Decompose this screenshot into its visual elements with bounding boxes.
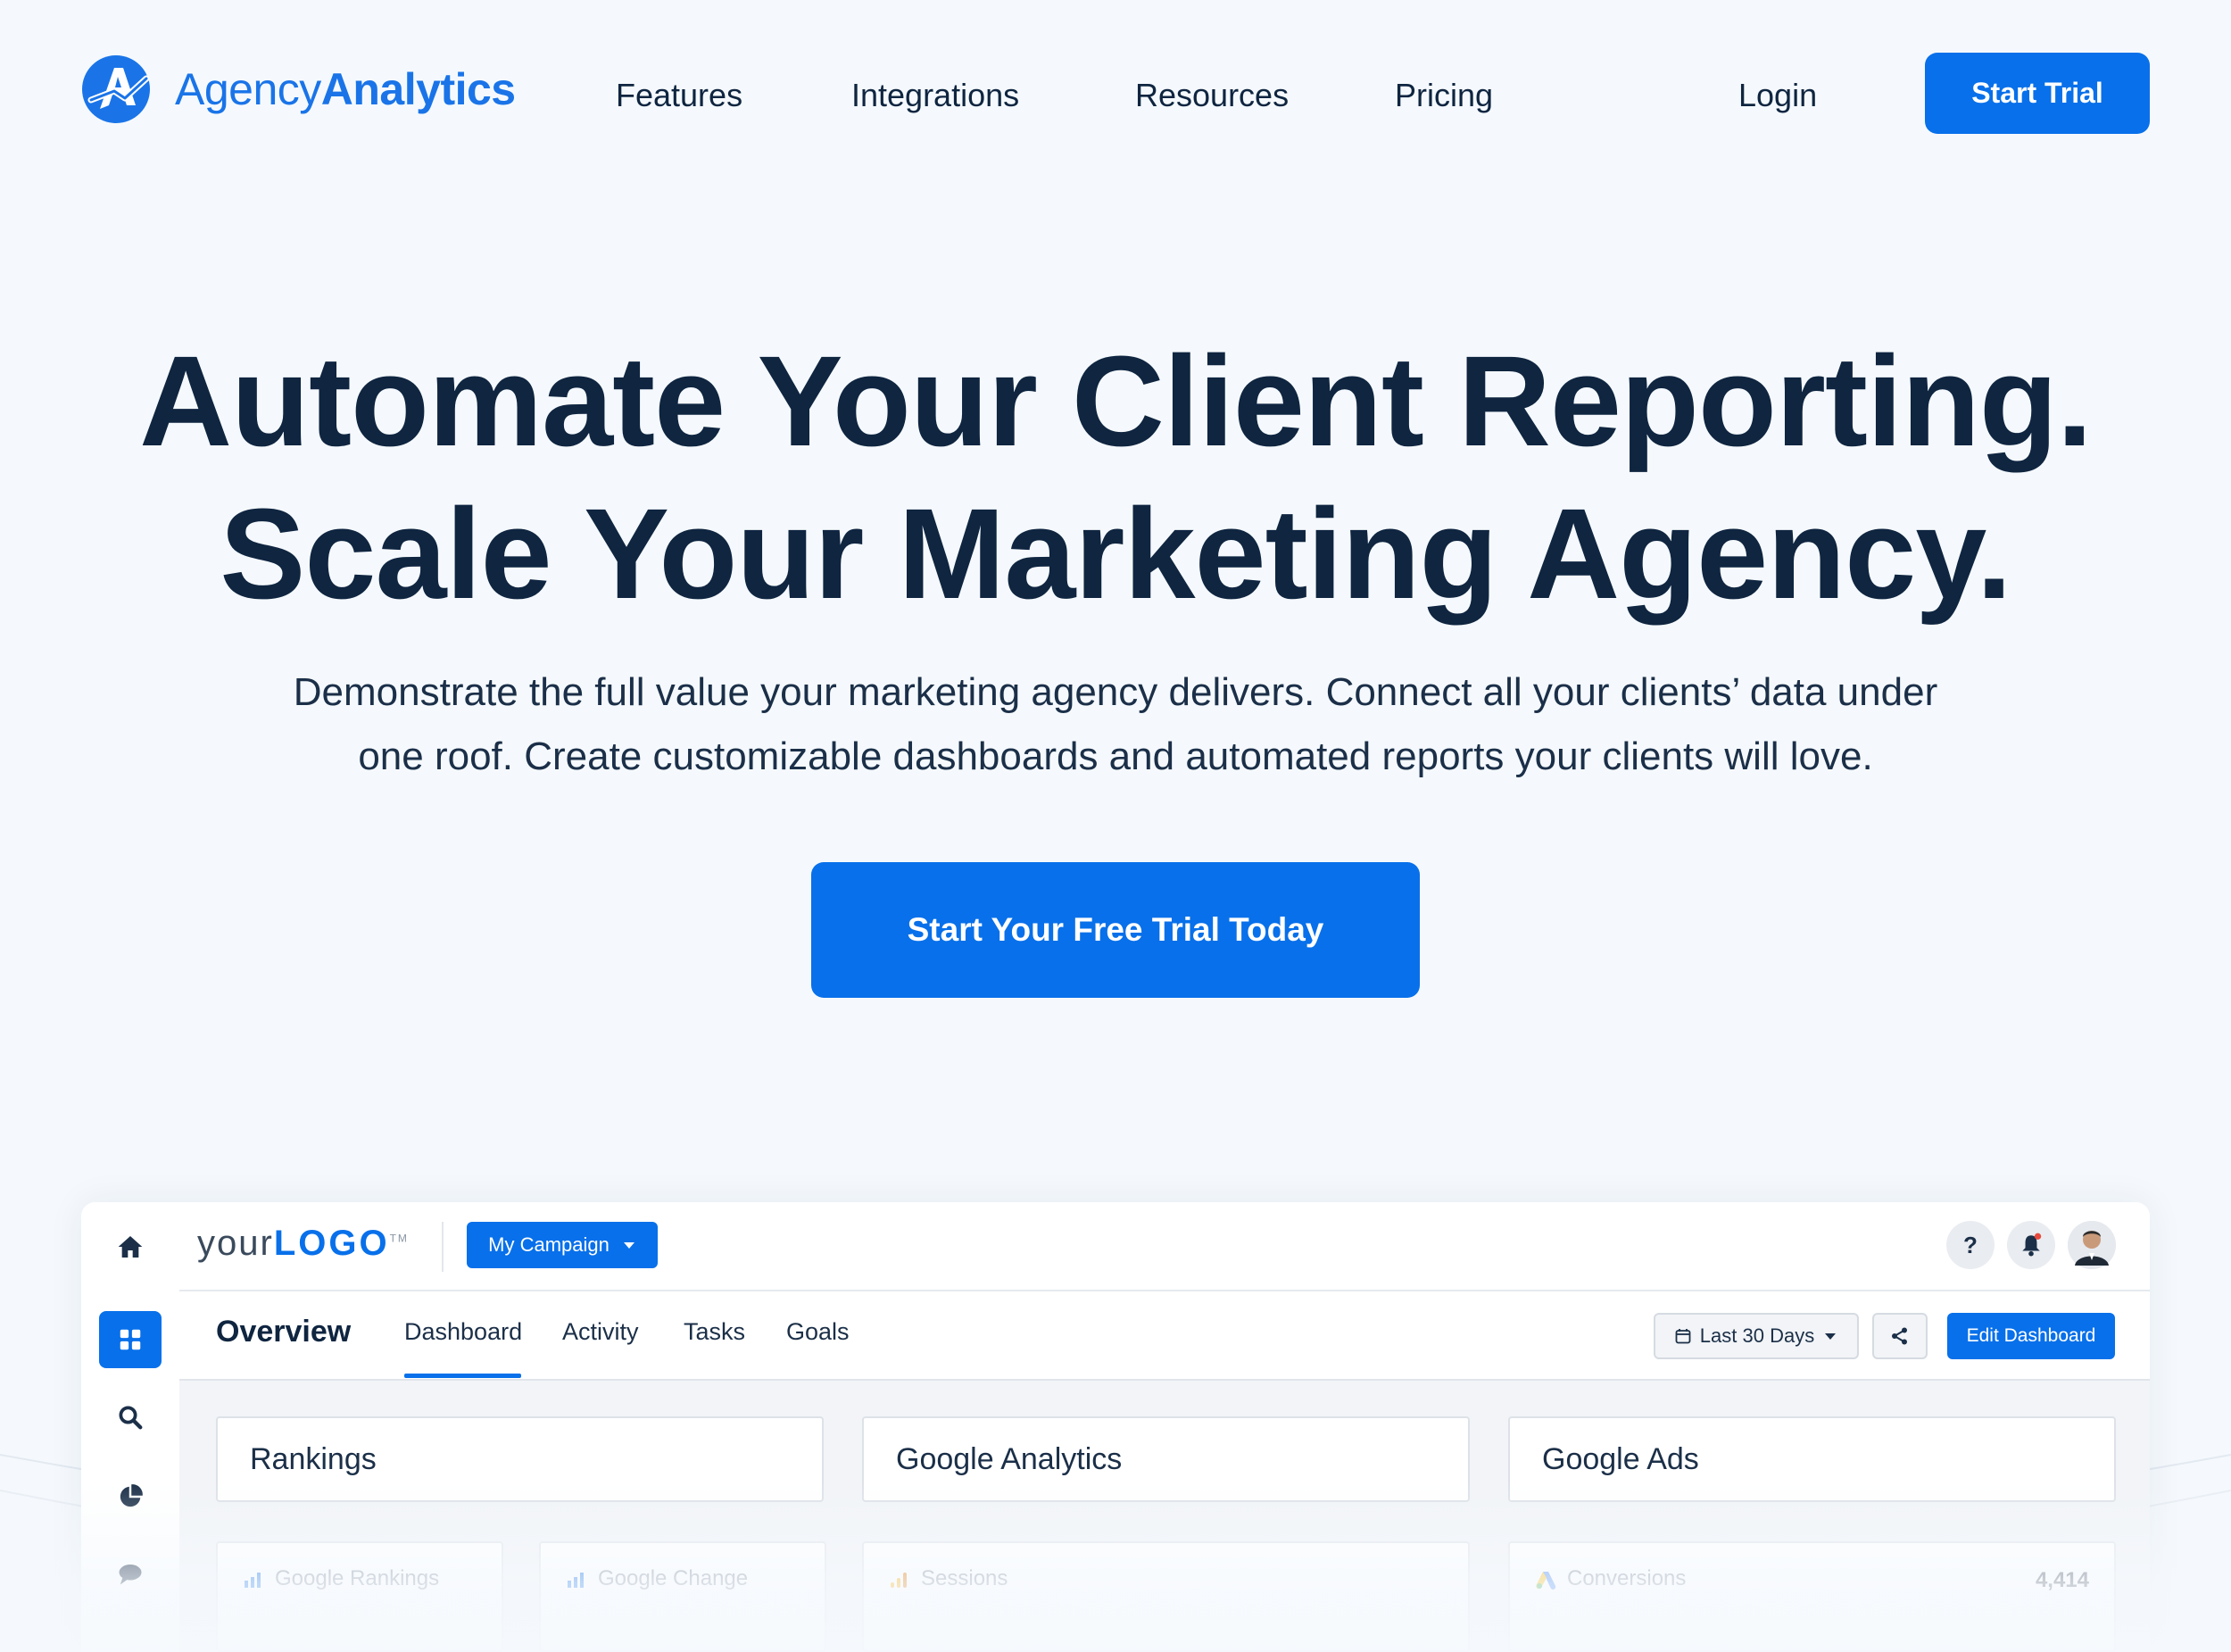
chevron-down-icon [1825, 1333, 1837, 1340]
section-rankings[interactable]: Rankings [216, 1416, 824, 1502]
hero-title-line-2: Scale Your Marketing Agency. [220, 482, 2011, 626]
edit-dashboard-button[interactable]: Edit Dashboard [1947, 1313, 2115, 1359]
client-logo: yourLOGOTM [197, 1224, 409, 1263]
campaign-select[interactable]: My Campaign [467, 1222, 658, 1268]
section-google-analytics[interactable]: Google Analytics [862, 1416, 1470, 1502]
conversions-value: 4,414 [2035, 1568, 2089, 1592]
nav-resources[interactable]: Resources [1135, 71, 1289, 120]
divider [442, 1222, 444, 1272]
google-ads-icon [1536, 1572, 1556, 1590]
search-icon[interactable] [105, 1392, 155, 1442]
share-button[interactable] [1872, 1313, 1928, 1359]
nav-login[interactable]: Login [1738, 71, 1817, 120]
agency-analytics-logo-icon [82, 55, 150, 123]
nav-integrations[interactable]: Integrations [851, 71, 1019, 120]
section-google-ads[interactable]: Google Ads [1508, 1416, 2116, 1502]
hero-subtitle-line-2: one roof. Create customizable dashboards… [358, 735, 1873, 778]
widget-sessions[interactable]: Sessions [862, 1541, 1470, 1652]
help-icon[interactable]: ? [1946, 1221, 1995, 1269]
avatar[interactable] [2068, 1221, 2116, 1269]
widget-google-change[interactable]: Google Change [539, 1541, 826, 1652]
tab-tasks[interactable]: Tasks [684, 1318, 745, 1346]
hero-subtitle-line-1: Demonstrate the full value your marketin… [293, 670, 1938, 714]
hero-title-line-1: Automate Your Client Reporting. [139, 329, 2093, 473]
calendar-icon [1675, 1329, 1691, 1344]
active-tab-indicator [404, 1374, 521, 1378]
bar-chart-icon [245, 1573, 261, 1588]
brand-logo[interactable]: AgencyAnalytics [79, 49, 516, 129]
brand-name: AgencyAnalytics [175, 64, 516, 114]
bell-icon[interactable] [2007, 1221, 2055, 1269]
widget-conversions[interactable]: Conversions 4,414 [1508, 1541, 2116, 1652]
date-range-select[interactable]: Last 30 Days [1654, 1313, 1859, 1359]
tab-dashboard[interactable]: Dashboard [404, 1318, 522, 1346]
home-icon[interactable] [105, 1222, 155, 1272]
bar-chart-icon [568, 1573, 584, 1588]
pie-chart-icon[interactable] [105, 1472, 155, 1522]
chat-icon[interactable] [105, 1548, 155, 1598]
tab-goals[interactable]: Goals [786, 1318, 850, 1346]
nav-pricing[interactable]: Pricing [1395, 71, 1493, 120]
share-icon [1892, 1327, 1907, 1345]
start-free-trial-button[interactable]: Start Your Free Trial Today [811, 862, 1420, 998]
grid-icon[interactable] [99, 1311, 162, 1368]
tab-activity[interactable]: Activity [562, 1318, 639, 1346]
google-analytics-icon [891, 1573, 907, 1588]
chevron-down-icon [623, 1242, 634, 1249]
nav-features[interactable]: Features [616, 71, 742, 120]
page-title: Overview [216, 1315, 352, 1349]
start-trial-button[interactable]: Start Trial [1925, 53, 2150, 134]
hero-subtitle: Demonstrate the full value your marketin… [205, 660, 2026, 789]
dashboard-preview: yourLOGOTM My Campaign ? Overview Dashbo… [81, 1202, 2150, 1652]
widget-google-rankings[interactable]: Google Rankings [216, 1541, 503, 1652]
